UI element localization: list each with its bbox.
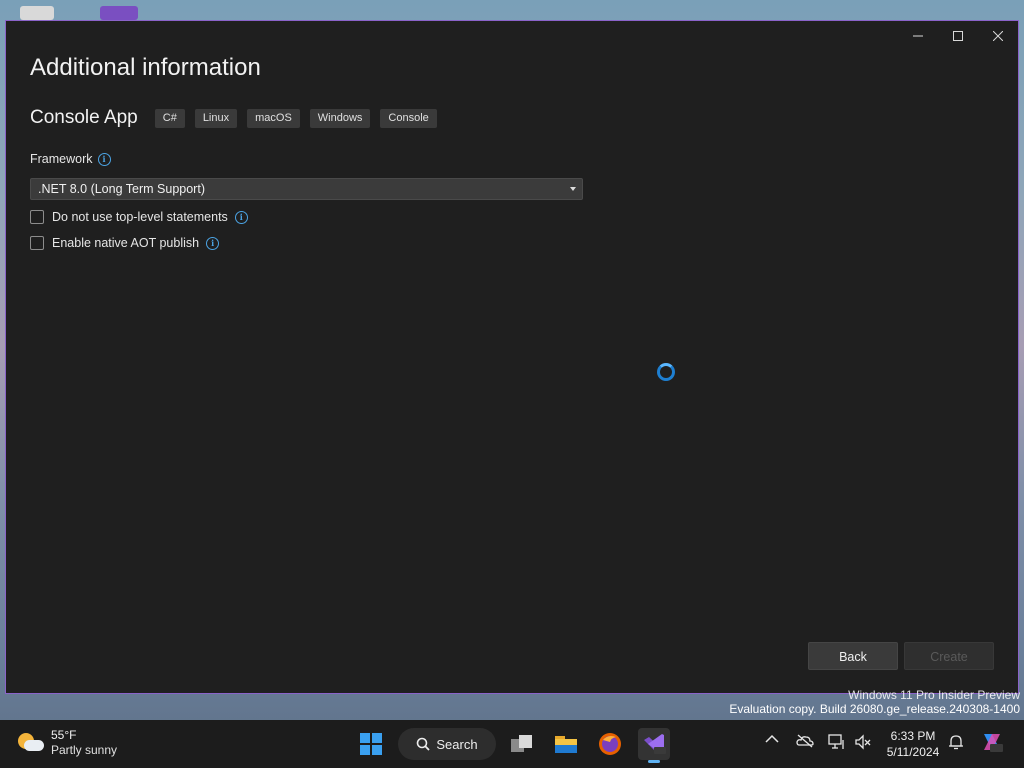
page-title: Additional information [30, 54, 261, 81]
desktop-icon-visual-studio-partial[interactable] [100, 6, 138, 20]
volume-muted-icon[interactable] [854, 734, 872, 750]
watermark-build: Evaluation copy. Build 26080.ge_release.… [729, 702, 1020, 716]
tag-platform-linux: Linux [194, 108, 238, 128]
template-name: Console App [30, 107, 138, 128]
info-icon[interactable]: i [234, 210, 248, 224]
back-button[interactable]: Back [808, 642, 898, 670]
search-label: Search [436, 736, 478, 752]
option-top-level-statements[interactable]: Do not use top-level statements i [30, 210, 248, 224]
tag-project-type: Console [380, 108, 437, 128]
native-aot-checkbox[interactable] [30, 236, 44, 250]
visual-studio-icon[interactable] [638, 728, 670, 763]
weather-widget[interactable]: 55°F Partly sunny [18, 728, 117, 758]
window-controls [898, 21, 1018, 51]
minimize-icon[interactable] [898, 21, 938, 51]
template-summary: Console App C# Linux macOS Windows Conso… [30, 107, 447, 129]
framework-label-text: Framework [30, 152, 93, 166]
copilot-icon[interactable] [980, 730, 1004, 754]
start-button[interactable] [355, 728, 387, 760]
tag-platform-windows: Windows [309, 108, 371, 128]
weather-temperature: 55°F [51, 728, 77, 742]
tag-language: C# [154, 108, 185, 128]
windows-logo-icon [360, 733, 382, 755]
file-explorer-icon[interactable] [550, 728, 582, 760]
watermark-edition: Windows 11 Pro Insider Preview [848, 688, 1020, 702]
clock-date: 5/11/2024 [886, 745, 940, 759]
option-native-aot[interactable]: Enable native AOT publish i [30, 236, 220, 250]
chevron-down-icon [570, 187, 576, 191]
task-view-icon[interactable] [506, 728, 538, 760]
partly-sunny-icon [18, 730, 44, 756]
framework-dropdown[interactable]: .NET 8.0 (Long Term Support) [30, 178, 583, 200]
create-button[interactable]: Create [904, 642, 994, 670]
system-clock[interactable]: 6:33 PM 5/11/2024 [878, 728, 948, 760]
loading-spinner-icon [657, 363, 675, 381]
top-level-statements-checkbox[interactable] [30, 210, 44, 224]
framework-selected-value: .NET 8.0 (Long Term Support) [38, 182, 205, 196]
additional-information-dialog: Additional information Console App C# Li… [5, 20, 1019, 694]
maximize-icon[interactable] [938, 21, 978, 51]
taskbar-search[interactable]: Search [398, 728, 496, 760]
framework-label: Framework i [30, 152, 111, 166]
taskbar: 55°F Partly sunny Search 6:33 PM 5/11/20… [0, 720, 1024, 768]
info-icon[interactable]: i [206, 236, 220, 250]
notification-bell-icon[interactable] [948, 734, 964, 750]
chevron-up-icon[interactable] [765, 734, 779, 744]
evaluation-watermark: Windows 11 Pro Insider Preview Evaluatio… [729, 688, 1020, 716]
native-aot-label: Enable native AOT publish [52, 236, 200, 250]
desktop-icon-partial[interactable] [20, 6, 54, 20]
onedrive-offline-icon[interactable] [796, 734, 814, 748]
search-icon [417, 737, 431, 751]
close-icon[interactable] [978, 21, 1018, 51]
info-icon[interactable]: i [97, 152, 111, 166]
weather-condition: Partly sunny [51, 743, 118, 757]
network-display-icon[interactable] [828, 734, 846, 750]
top-level-statements-label: Do not use top-level statements [52, 210, 228, 224]
clock-time: 6:33 PM [890, 729, 936, 743]
tag-platform-macos: macOS [247, 108, 300, 128]
firefox-icon[interactable] [594, 728, 626, 760]
